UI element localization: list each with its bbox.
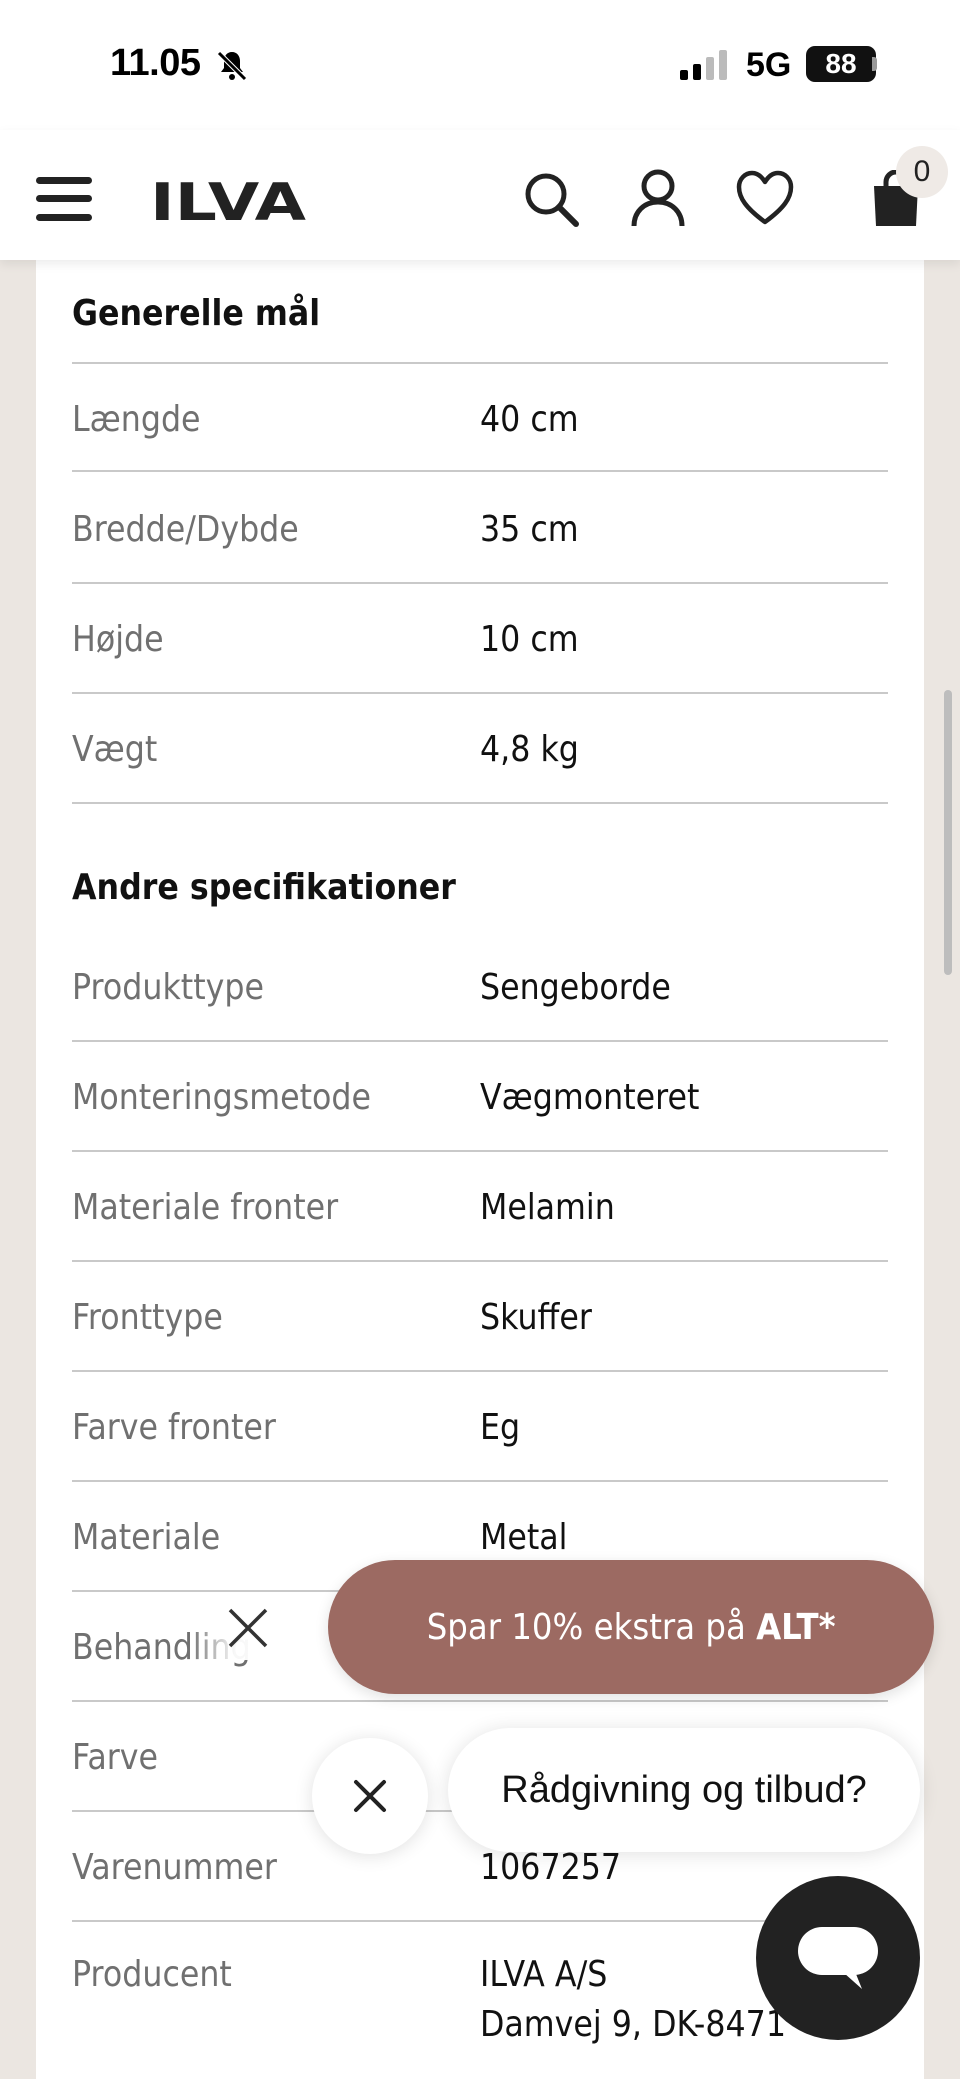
other-specifications-title: Andre specifikationer [72, 867, 456, 908]
site-header: ILVA 0 [0, 130, 960, 260]
promo-banner-button[interactable]: Spar 10% ekstra på ALT* [328, 1560, 934, 1694]
promo-text: Spar 10% ekstra på ALT* [427, 1607, 836, 1648]
cart-count-badge[interactable]: 0 [896, 146, 948, 198]
spec-row-height: Højde 10 cm [72, 584, 888, 694]
bell-muted-icon [217, 51, 247, 81]
spec-value: 40 cm [480, 398, 579, 440]
spec-row-product-type: Produkttype Sengeborde [72, 932, 888, 1042]
spec-label: Bredde/Dybde [72, 508, 299, 550]
spec-label: Farve [72, 1736, 158, 1778]
ilva-logo[interactable]: ILVA [150, 178, 306, 222]
status-bar: 11.05 5G 88 [0, 0, 960, 130]
spec-label: Varenummer [72, 1846, 277, 1888]
spec-label: Længde [72, 398, 201, 440]
spec-label: Materiale fronter [72, 1186, 339, 1228]
spec-value: Eg [480, 1406, 521, 1448]
spec-value: Sengeborde [480, 966, 671, 1008]
cart-count: 0 [913, 155, 931, 188]
spec-row-width-depth: Bredde/Dybde 35 cm [72, 474, 888, 584]
battery-indicator: 88 [806, 46, 876, 82]
search-icon[interactable] [522, 170, 580, 228]
spec-value: 35 cm [480, 508, 579, 550]
spec-row-front-material: Materiale fronter Melamin [72, 1152, 888, 1262]
spec-value-address: ILVA A/S Damvej 9, DK-8471 [480, 1950, 786, 2050]
svg-text:ILVA: ILVA [150, 178, 306, 222]
manufacturer-name: ILVA A/S [480, 1954, 608, 1995]
manufacturer-address: Damvej 9, DK-8471 [480, 2004, 786, 2045]
chat-prompt-text: Rådgivning og tilbud? [501, 1768, 867, 1811]
scrollbar-thumb[interactable] [944, 690, 952, 975]
spec-value: Melamin [480, 1186, 615, 1228]
spec-label: Højde [72, 618, 164, 660]
menu-icon[interactable] [36, 177, 92, 221]
spec-value: 4,8 kg [480, 728, 579, 770]
spec-label: Produkttype [72, 966, 264, 1008]
spec-value: Vægmonteret [480, 1076, 700, 1118]
spec-label: Producent [72, 1954, 232, 1995]
spec-row-mounting-method: Monteringsmetode Vægmonteret [72, 1042, 888, 1152]
spec-row-length: Længde 40 cm [72, 362, 888, 472]
spec-value: 10 cm [480, 618, 579, 660]
chat-launcher-button[interactable] [756, 1876, 920, 2040]
chat-prompt-close-button[interactable] [312, 1738, 428, 1854]
spec-label: Materiale [72, 1516, 221, 1558]
promo-text-bold: ALT* [755, 1606, 836, 1648]
network-label: 5G [746, 46, 792, 84]
heart-icon[interactable] [736, 170, 794, 226]
spec-label: Monteringsmetode [72, 1076, 371, 1118]
spec-row-front-type: Fronttype Skuffer [72, 1262, 888, 1372]
spec-label: Vægt [72, 728, 158, 770]
promo-text-prefix: Spar 10% ekstra på [426, 1606, 756, 1648]
battery-tip [872, 57, 877, 71]
spec-row-front-color: Farve fronter Eg [72, 1372, 888, 1482]
user-icon[interactable] [630, 168, 686, 228]
general-dimensions-title: Generelle mål [72, 293, 321, 334]
spec-value: Skuffer [480, 1296, 592, 1338]
status-time: 11.05 [110, 42, 201, 84]
chat-prompt-bubble[interactable]: Rådgivning og tilbud? [448, 1728, 920, 1852]
spec-label: Fronttype [72, 1296, 223, 1338]
spec-row-weight: Vægt 4,8 kg [72, 694, 888, 804]
chat-bubble-icon [798, 1927, 878, 1989]
battery-level: 88 [825, 48, 857, 79]
close-icon [354, 1780, 386, 1812]
spec-label: Farve fronter [72, 1406, 276, 1448]
close-icon[interactable] [220, 1600, 276, 1656]
signal-icon [680, 50, 727, 80]
